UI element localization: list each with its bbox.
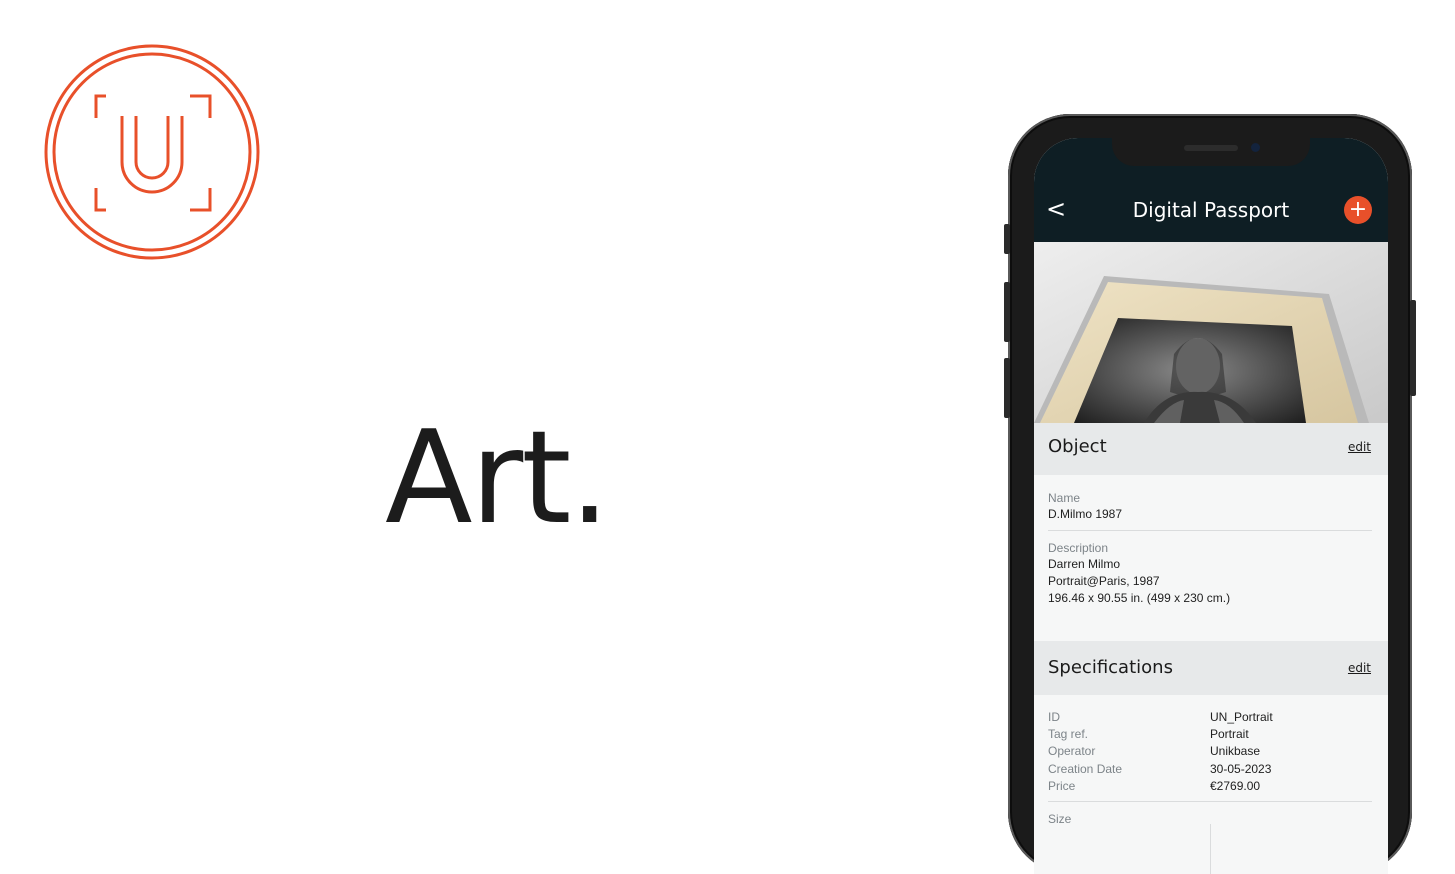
spec-label: Tag ref. [1048, 727, 1089, 741]
description-line: Portrait@Paris, 1987 [1048, 574, 1160, 588]
phone-notch [1112, 138, 1310, 166]
phone-power-button [1410, 300, 1416, 396]
phone-camera [1251, 143, 1260, 152]
spec-row: Operator Unikbase [1048, 744, 1378, 761]
divider [1048, 530, 1372, 531]
phone-silent-switch [1004, 224, 1010, 254]
spec-value: Portrait [1210, 727, 1249, 741]
divider [1048, 801, 1372, 802]
object-section-title: Object [1048, 436, 1107, 457]
spec-value: UN_Portrait [1210, 710, 1273, 724]
description-label: Description [1048, 541, 1109, 555]
name-label: Name [1048, 491, 1081, 505]
hero-title: Art. [385, 404, 610, 553]
spec-row: ID UN_Portrait [1048, 710, 1378, 727]
spec-label: Creation Date [1048, 762, 1123, 776]
unikbase-u-logo-icon [44, 44, 260, 260]
object-section-header: Object edit [1034, 423, 1388, 475]
spec-label: Operator [1048, 744, 1096, 758]
spec-value: €2769.00 [1210, 779, 1261, 793]
specifications-section-title: Specifications [1048, 657, 1173, 678]
spec-row: Creation Date 30-05-2023 [1048, 762, 1378, 779]
spec-row: Tag ref. Portrait [1048, 727, 1378, 744]
spec-value: Unikbase [1210, 744, 1261, 758]
size-label: Size [1048, 812, 1072, 826]
app-title: Digital Passport [1132, 198, 1290, 222]
phone-speaker [1184, 145, 1238, 151]
add-button[interactable]: + [1344, 196, 1372, 224]
phone-volume-down-button [1004, 358, 1010, 418]
object-edit-link[interactable]: edit [1348, 440, 1371, 454]
spec-row: Price €2769.00 [1048, 779, 1378, 796]
name-value: D.Milmo 1987 [1048, 507, 1123, 521]
artwork-photo [1034, 242, 1388, 423]
phone-mockup: < Digital Passport + Object edit Name D.… [1004, 114, 1416, 874]
specifications-section-header: Specifications edit [1034, 641, 1388, 695]
spec-value: 30-05-2023 [1210, 762, 1272, 776]
spec-label: ID [1048, 710, 1060, 724]
spec-label: Price [1048, 779, 1076, 793]
description-line: 196.46 x 90.55 in. (499 x 230 cm.) [1048, 591, 1231, 605]
column-divider [1210, 824, 1211, 874]
phone-screen: < Digital Passport + Object edit Name D.… [1034, 138, 1388, 874]
back-button[interactable]: < [1046, 194, 1068, 224]
specifications-edit-link[interactable]: edit [1348, 661, 1371, 675]
phone-volume-up-button [1004, 282, 1010, 342]
description-line: Darren Milmo [1048, 557, 1121, 571]
